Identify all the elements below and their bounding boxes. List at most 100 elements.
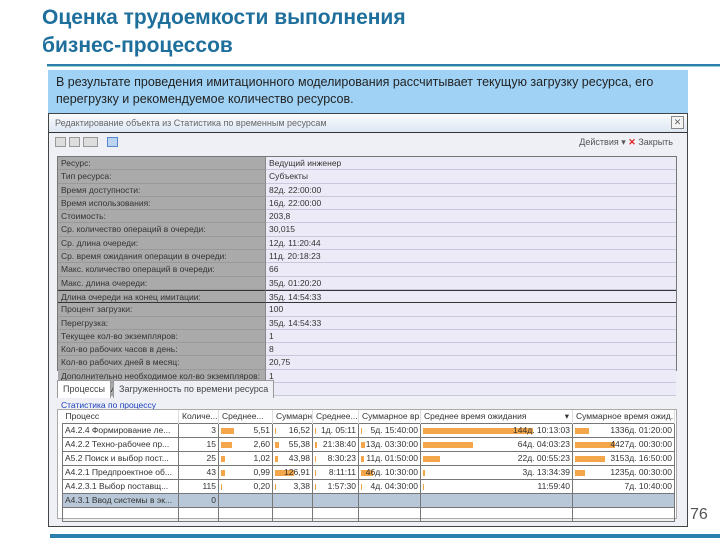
table-cell (273, 493, 313, 507)
property-value[interactable]: 100 (266, 303, 676, 316)
table-cell: А4.3.1 Ввод системы в эк... (63, 493, 179, 507)
table-cell: 22д. 00:55:23 (421, 451, 573, 465)
resource-statistics-window: Редактирование объекта из Статистика по … (48, 113, 688, 527)
table-row[interactable]: А4.2.4 Формирование ле...35,5116,521д. 0… (63, 423, 675, 437)
table-cell: А4.2.2 Техно-рабочее пр... (63, 437, 179, 451)
property-row[interactable]: Стоимость:203,8 (58, 210, 676, 223)
property-value[interactable]: 11д. 20:18:23 (266, 250, 676, 263)
column-header[interactable]: Суммарное время ожид... (573, 410, 675, 423)
property-value[interactable]: 12д. 11:20:44 (266, 237, 676, 250)
column-header[interactable]: Процесс (63, 410, 179, 423)
property-value[interactable]: 30,015 (266, 223, 676, 236)
window-title: Редактирование объекта из Статистика по … (55, 118, 327, 128)
link-icon[interactable] (107, 137, 118, 147)
table-cell (313, 493, 359, 507)
table-cell: 13д. 03:30:00 (359, 437, 421, 451)
empty-row (63, 507, 675, 521)
column-header[interactable]: Среднее... (313, 410, 359, 423)
column-header[interactable]: Суммарное вр... (359, 410, 421, 423)
property-value[interactable]: 1 (266, 330, 676, 343)
property-value[interactable]: 203,8 (266, 210, 676, 223)
table-cell: 5,51 (219, 423, 273, 437)
property-row[interactable]: Перегрузка:35д. 14:54:33 (58, 317, 676, 330)
title-line: Оценка трудоемкости выполнения (42, 4, 406, 32)
table-row[interactable]: А4.2.1 Предпроектное об...430,99126,918:… (63, 465, 675, 479)
table-row[interactable]: А4.2.2 Техно-рабочее пр...152,6055,3821:… (63, 437, 675, 451)
column-header[interactable]: Среднее время ожидания ▾ (421, 410, 573, 423)
close-action-button[interactable]: ✕ Закрыть (628, 137, 673, 147)
property-value[interactable]: Ведущий инженер (266, 157, 676, 170)
property-row[interactable]: Длина очереди на конец имитации:35д. 14:… (58, 290, 676, 303)
property-row[interactable]: Кол-во рабочих часов в день:8 (58, 343, 676, 356)
column-header[interactable]: Среднее... (219, 410, 273, 423)
property-row[interactable]: Ср. длина очереди:12д. 11:20:44 (58, 237, 676, 250)
column-header[interactable]: Количе... (179, 410, 219, 423)
value-bar (423, 442, 473, 448)
table-cell: 144д. 10:13:03 (421, 423, 573, 437)
close-icon: ✕ (628, 137, 636, 147)
list-icon[interactable] (69, 137, 80, 147)
table-cell: 46д. 10:30:00 (359, 465, 421, 479)
property-row[interactable]: Ср. время ожидания операции в очереди:11… (58, 250, 676, 263)
property-value[interactable]: 66 (266, 263, 676, 276)
property-label: Длина очереди на конец имитации: (58, 290, 266, 303)
property-row[interactable]: Макс. длина очереди:35д. 01:20:20 (58, 277, 676, 290)
table-cell: 1336д. 01:20:00 (573, 423, 675, 437)
property-value[interactable]: Субъекты (266, 170, 676, 183)
window-close-button[interactable]: ✕ (671, 116, 684, 129)
property-row[interactable]: Тип ресурса:Субъекты (58, 170, 676, 183)
property-label: Ресурс: (58, 157, 266, 170)
window-titlebar: Редактирование объекта из Статистика по … (49, 114, 687, 133)
property-row[interactable]: Кол-во рабочих дней в месяц:20,75 (58, 356, 676, 369)
save-icon[interactable] (55, 137, 66, 147)
value-bar (221, 456, 225, 462)
value-bar (361, 456, 364, 462)
property-value[interactable]: 35д. 14:54:33 (266, 290, 676, 303)
column-header[interactable]: Суммарное... (273, 410, 313, 423)
actions-menu[interactable]: Действия ▾ (579, 137, 625, 147)
property-label: Ср. длина очереди: (58, 237, 266, 250)
tab-processes[interactable]: Процессы (57, 380, 111, 398)
value-bar (575, 470, 585, 476)
value-bar (221, 428, 234, 434)
value-bar (221, 484, 222, 490)
table-cell: 3153д. 16:50:00 (573, 451, 675, 465)
property-row[interactable]: Макс. количество операций в очереди:66 (58, 263, 676, 276)
value-bar (361, 442, 365, 448)
table-row[interactable]: А4.2.3.1 Выбор поставщ...1150,203,381:57… (63, 479, 675, 493)
table-cell: 16,52 (273, 423, 313, 437)
property-row[interactable]: Процент загрузки:100 (58, 303, 676, 316)
value-bar (575, 442, 615, 448)
property-value[interactable]: 8 (266, 343, 676, 356)
property-row[interactable]: Ресурс:Ведущий инженер (58, 157, 676, 170)
value-bar (221, 470, 225, 476)
value-bar (361, 428, 362, 434)
property-row[interactable]: Ср. количество операций в очереди:30,015 (58, 223, 676, 236)
value-bar (423, 456, 440, 462)
table-row[interactable]: А5.2 Поиск и выбор пост...251,0243,988:3… (63, 451, 675, 465)
value-bar (275, 428, 276, 434)
property-label: Процент загрузки: (58, 303, 266, 316)
property-label: Кол-во рабочих дней в месяц: (58, 356, 266, 369)
tab-resource-load-over-time[interactable]: Загруженность по времени ресурса (113, 380, 274, 398)
property-value[interactable]: 2 (266, 383, 676, 396)
property-label: Макс. длина очереди: (58, 277, 266, 290)
intro-text: В результате проведения имитационного мо… (48, 70, 688, 113)
property-row[interactable]: Текущее кол-во экземпляров:1 (58, 330, 676, 343)
property-value[interactable]: 82д. 22:00:00 (266, 184, 676, 197)
table-cell: А5.2 Поиск и выбор пост... (63, 451, 179, 465)
property-value[interactable]: 20,75 (266, 356, 676, 369)
property-value[interactable]: 35д. 01:20:20 (266, 277, 676, 290)
property-value[interactable]: 35д. 14:54:33 (266, 317, 676, 330)
table-cell (219, 493, 273, 507)
table-cell: 15 (179, 437, 219, 451)
property-row[interactable]: Время использования:16д. 22:00:00 (58, 197, 676, 210)
table-row[interactable]: А4.3.1 Ввод системы в эк...0 (63, 493, 675, 507)
value-bar (575, 456, 605, 462)
property-label: Макс. количество операций в очереди: (58, 263, 266, 276)
property-label: Время использования: (58, 197, 266, 210)
print-icon[interactable] (83, 137, 98, 147)
property-value[interactable]: 16д. 22:00:00 (266, 197, 676, 210)
property-row[interactable]: Время доступности:82д. 22:00:00 (58, 184, 676, 197)
property-value[interactable]: 1 (266, 370, 676, 383)
